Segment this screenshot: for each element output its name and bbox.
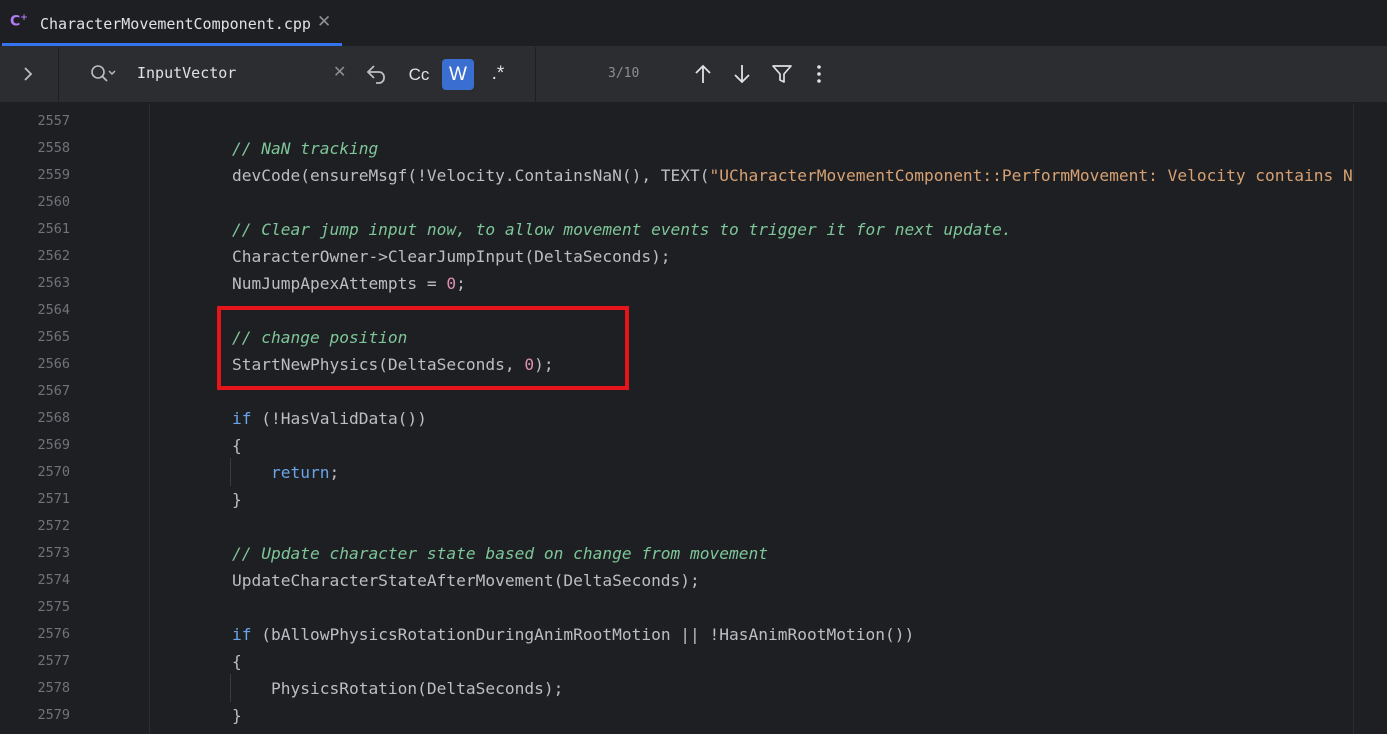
code-line[interactable]: UpdateCharacterStateAfterMovement(DeltaS… xyxy=(232,567,700,594)
code-token: // NaN tracking xyxy=(232,139,379,158)
line-number: 2575 xyxy=(37,599,70,615)
code-line[interactable]: CharacterOwner->ClearJumpInput(DeltaSeco… xyxy=(232,243,671,270)
arrow-up-icon[interactable] xyxy=(693,63,713,85)
line-number: 2568 xyxy=(37,410,70,426)
line-number: 2577 xyxy=(37,653,70,669)
code-token: PhysicsRotation(DeltaSeconds); xyxy=(232,679,564,698)
code-line[interactable]: if (bAllowPhysicsRotationDuringAnimRootM… xyxy=(232,621,914,648)
code-token: { xyxy=(232,436,242,455)
active-tab-indicator xyxy=(2,43,342,46)
code-token: if xyxy=(232,625,252,644)
line-number: 2578 xyxy=(37,680,70,696)
newline-icon[interactable] xyxy=(364,63,388,85)
code-line[interactable]: PhysicsRotation(DeltaSeconds); xyxy=(232,675,563,702)
code-line[interactable]: // Clear jump input now, to allow moveme… xyxy=(232,216,1012,243)
whole-words-button[interactable]: W xyxy=(442,59,474,90)
line-number-gutter: 2557 2558 2559 2560 2561 2562 2563 2564 2565 2566… xyxy=(0,103,150,734)
code-token: ; xyxy=(329,463,340,482)
filter-icon[interactable] xyxy=(771,64,793,84)
code-line[interactable]: // Update character state based on chang… xyxy=(232,540,768,567)
line-number: 2574 xyxy=(37,572,70,588)
code-token: // Update character state based on chang… xyxy=(232,544,769,563)
line-number: 2564 xyxy=(37,302,70,318)
more-vertical-icon[interactable] xyxy=(812,63,826,85)
line-number: 2572 xyxy=(37,518,70,534)
code-token: } xyxy=(232,706,242,725)
line-number: 2565 xyxy=(37,329,70,345)
cpp-file-icon: C+ xyxy=(10,13,28,30)
editor-tab-bar: C+ CharacterMovementComponent.cpp ✕ xyxy=(0,0,1387,47)
code-line[interactable]: return; xyxy=(232,459,339,486)
line-number: 2558 xyxy=(37,140,70,156)
line-number: 2561 xyxy=(37,221,70,237)
code-token: return xyxy=(270,463,330,482)
code-token: NumJumpApexAttempts = xyxy=(232,274,447,293)
code-token: devCode(ensureMsgf(!Velocity.ContainsNaN… xyxy=(232,166,710,185)
line-number: 2576 xyxy=(37,626,70,642)
line-number: 2563 xyxy=(37,275,70,291)
line-number: 2579 xyxy=(37,707,70,723)
code-token: { xyxy=(232,652,242,671)
code-line[interactable]: { xyxy=(232,432,242,459)
highlight-annotation-box xyxy=(217,306,629,390)
line-number: 2571 xyxy=(37,491,70,507)
code-token: if xyxy=(232,409,252,428)
code-line[interactable]: devCode(ensureMsgf(!Velocity.ContainsNaN… xyxy=(232,162,1353,189)
find-bar: ✕ Cc W .* 3/10 xyxy=(0,47,1387,103)
vertical-scrollbar[interactable] xyxy=(1353,103,1387,734)
match-case-button[interactable]: Cc xyxy=(402,62,436,88)
code-token: (bAllowPhysicsRotationDuringAnimRootMoti… xyxy=(251,625,915,644)
code-editor[interactable]: 2557 2558 2559 2560 2561 2562 2563 2564 2565 2566… xyxy=(0,103,1387,734)
line-number: 2560 xyxy=(37,194,70,210)
search-icon[interactable] xyxy=(90,64,116,84)
code-token: // Clear jump input now, to allow moveme… xyxy=(232,220,1012,239)
code-token: (!HasValidData()) xyxy=(251,409,427,428)
line-number: 2569 xyxy=(37,437,70,453)
line-number: 2573 xyxy=(37,545,70,561)
code-token: "UCharacterMovementComponent::PerformMov… xyxy=(709,166,1353,185)
code-token: CharacterOwner->ClearJumpInput(DeltaSeco… xyxy=(232,247,671,266)
expand-replace-button[interactable] xyxy=(0,47,59,102)
indent-guide xyxy=(230,674,231,702)
line-number: 2570 xyxy=(37,464,70,480)
clear-search-icon[interactable]: ✕ xyxy=(333,62,346,81)
divider xyxy=(535,47,536,102)
tab-title: CharacterMovementComponent.cpp xyxy=(40,15,311,33)
line-number: 2566 xyxy=(37,356,70,372)
regex-button[interactable]: .* xyxy=(484,60,512,88)
match-count: 3/10 xyxy=(608,66,640,81)
line-number: 2562 xyxy=(37,248,70,264)
line-number: 2559 xyxy=(37,167,70,183)
arrow-down-icon[interactable] xyxy=(732,63,752,85)
indent-guide xyxy=(230,458,231,486)
code-line[interactable]: NumJumpApexAttempts = 0; xyxy=(232,270,466,297)
code-token: 0 xyxy=(446,274,457,293)
code-token: UpdateCharacterStateAfterMovement(DeltaS… xyxy=(232,571,700,590)
line-number: 2557 xyxy=(37,113,70,129)
code-line[interactable]: } xyxy=(232,702,242,729)
code-token: ; xyxy=(456,274,466,293)
code-token: } xyxy=(232,490,242,509)
chevron-right-icon xyxy=(24,67,33,81)
code-line[interactable]: if (!HasValidData()) xyxy=(232,405,427,432)
code-line[interactable]: { xyxy=(232,648,242,675)
search-input[interactable] xyxy=(137,62,327,84)
tab-charactermovementcomponent[interactable]: C+ CharacterMovementComponent.cpp ✕ xyxy=(0,0,342,46)
code-area[interactable]: // NaN tracking devCode(ensureMsgf(!Veloc… xyxy=(150,103,1353,734)
line-number: 2567 xyxy=(37,383,70,399)
code-line[interactable]: } xyxy=(232,486,242,513)
code-line[interactable]: // NaN tracking xyxy=(232,135,378,162)
tab-close-icon[interactable]: ✕ xyxy=(317,12,331,32)
